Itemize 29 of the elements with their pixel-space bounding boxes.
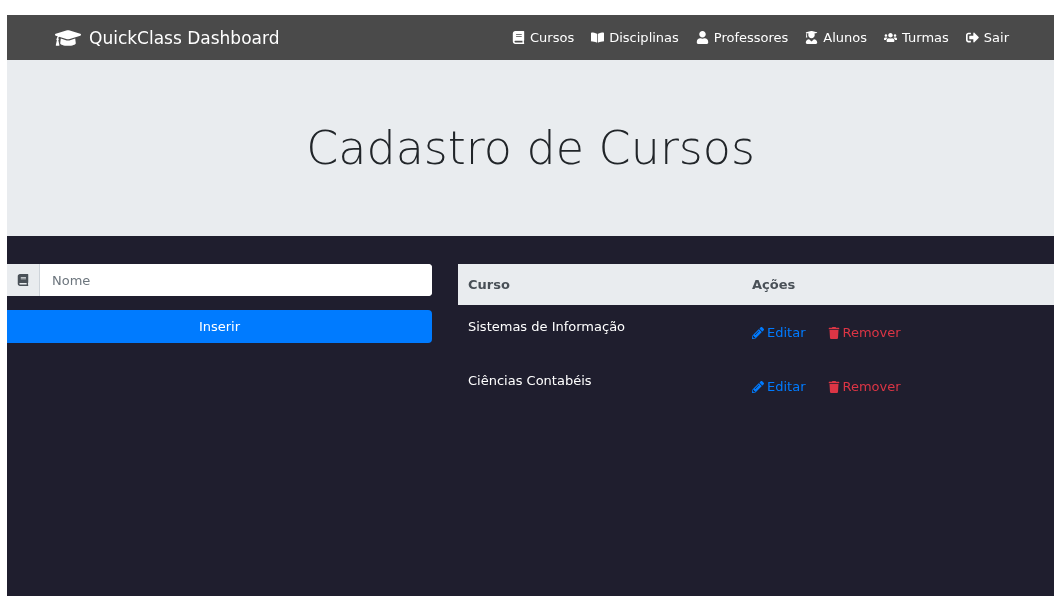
edit-link[interactable]: Editar xyxy=(752,325,806,340)
name-input-field[interactable]: Nome xyxy=(7,264,432,296)
nav-link[interactable]: Sair xyxy=(965,30,1009,45)
nav-link[interactable]: Turmas xyxy=(884,30,949,45)
nav-link[interactable]: Cursos xyxy=(512,30,575,45)
insert-button[interactable]: Inserir xyxy=(7,310,432,343)
sign-out-icon xyxy=(965,31,979,44)
nav-link[interactable]: Alunos xyxy=(805,30,868,45)
page-title: Cadastro de Cursos xyxy=(306,121,755,175)
trash-icon xyxy=(827,326,840,339)
table-cell-text: Ciências Contabéis xyxy=(467,372,593,390)
graduate-icon xyxy=(805,31,819,44)
book-icon xyxy=(17,274,29,286)
column-header: Curso xyxy=(458,264,742,305)
nav-link[interactable]: Disciplinas xyxy=(591,30,679,45)
user-icon xyxy=(695,31,709,44)
column-header: Ações xyxy=(742,264,1054,305)
nav-link[interactable]: Professores xyxy=(695,30,789,45)
open-book-icon xyxy=(591,31,605,44)
brand-link[interactable]: QuickClass Dashboard xyxy=(55,24,280,51)
table-cell: Sistemas de Informação xyxy=(458,305,742,359)
users-icon xyxy=(884,31,898,44)
pencil-icon xyxy=(752,326,764,339)
trash-icon xyxy=(827,380,840,393)
remove-link[interactable]: Remover xyxy=(827,325,901,340)
pencil-icon xyxy=(752,380,764,393)
remove-link[interactable]: Remover xyxy=(827,379,901,394)
book-icon xyxy=(512,31,526,44)
edit-link[interactable]: Editar xyxy=(752,379,806,394)
